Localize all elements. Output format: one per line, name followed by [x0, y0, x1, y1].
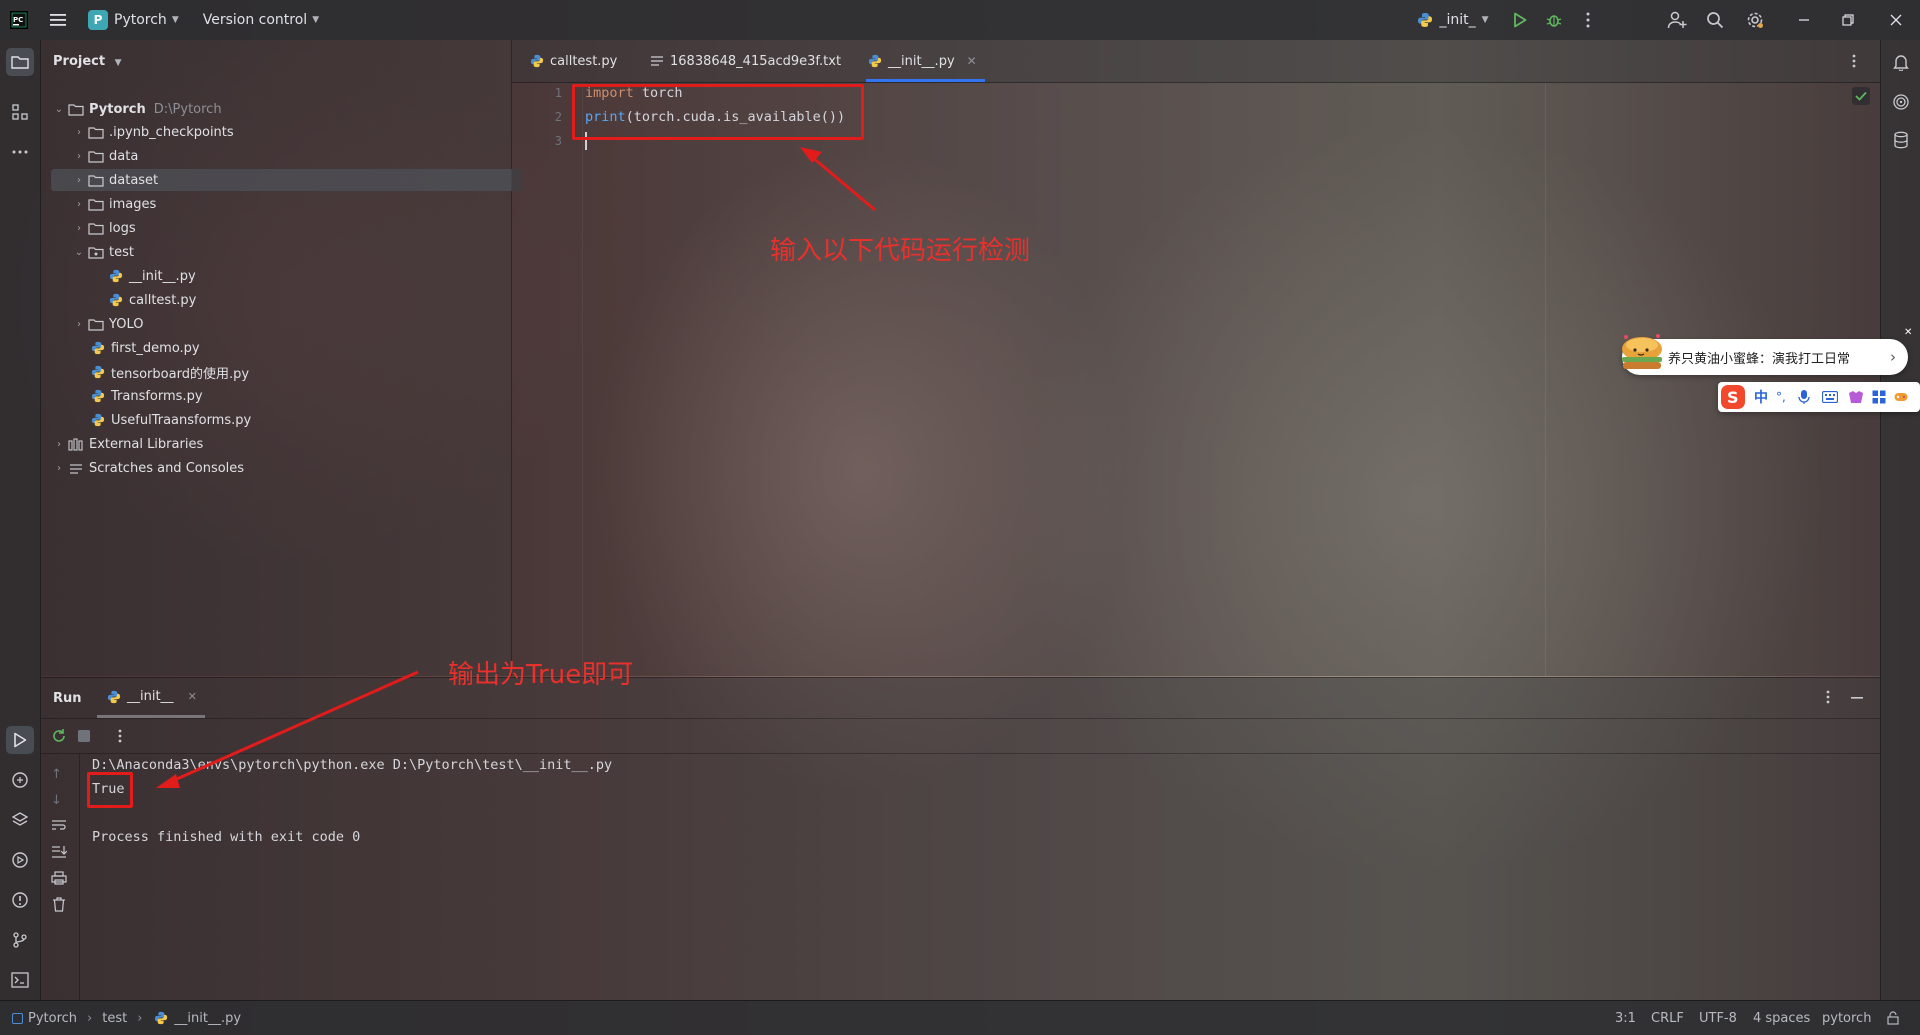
skin-icon[interactable]	[1848, 390, 1864, 404]
burger-mascot-icon	[1618, 331, 1666, 375]
ime-notice-pill[interactable]: 养只黄油小蜜蜂：演我打工日常 ›	[1622, 334, 1908, 375]
ime-language-toggle[interactable]: 中	[1754, 387, 1768, 407]
svg-text:S: S	[1727, 388, 1739, 407]
microphone-icon[interactable]	[1798, 389, 1810, 405]
toolbox-grid-icon[interactable]	[1872, 390, 1886, 404]
chevron-right-icon: ›	[1890, 348, 1896, 366]
arrow-head-icon	[800, 147, 822, 163]
arrow-to-output	[169, 670, 419, 784]
arrow-head-icon	[156, 774, 180, 788]
ime-close-icon[interactable]: ✕	[1904, 327, 1912, 338]
annotation-arrows	[156, 147, 876, 788]
sogou-logo-icon[interactable]: S	[1720, 384, 1746, 410]
annotation-output-note: 输出为True即可	[448, 660, 634, 690]
annotation-code-note: 输入以下代码运行检测	[770, 236, 1031, 266]
ime-punctuation-toggle[interactable]: °,	[1776, 390, 1786, 404]
ime-notice-text: 养只黄油小蜜蜂：演我打工日常	[1668, 351, 1851, 367]
ime-toolbar: S 中 °,	[1718, 382, 1920, 412]
keyboard-icon[interactable]	[1821, 391, 1838, 403]
arrow-to-code	[811, 155, 876, 212]
game-controller-icon[interactable]	[1894, 391, 1908, 403]
